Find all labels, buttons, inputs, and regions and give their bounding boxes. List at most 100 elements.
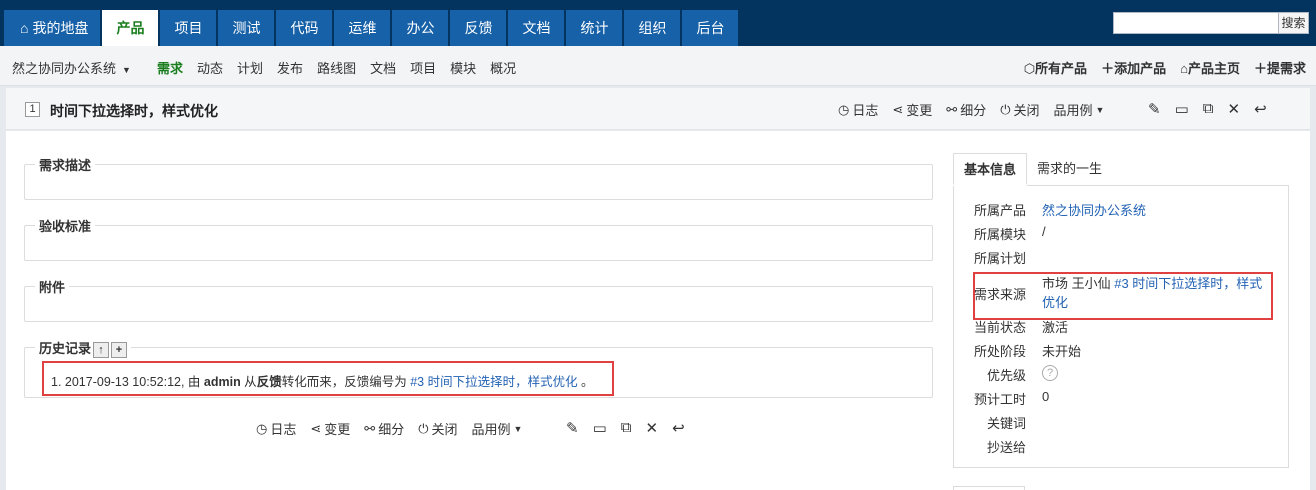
priority-unknown-icon: ?: [1042, 365, 1058, 381]
story-main: 需求描述 验收标准 附件 历史记录 ↑ + 1. 2017-09-13 10:52:…: [6, 131, 1310, 490]
section-title: 验收标准: [35, 216, 96, 235]
subnav-item-dynamics[interactable]: 动态: [197, 58, 223, 77]
tab-stats[interactable]: 统计: [566, 10, 623, 46]
change-button[interactable]: ⋖ 变更: [892, 100, 932, 119]
delete-icon[interactable]: ✕: [1227, 100, 1240, 118]
all-products-label: 所有产品: [1035, 61, 1088, 76]
product-link[interactable]: 然之协同办公系统: [1042, 200, 1146, 219]
tab-basic-info[interactable]: 基本信息: [953, 153, 1028, 185]
basic-info-panel: 所属产品 然之协同办公系统 所属模块 / 所属计划 需求来源 市场 王小仙 #3 时…: [953, 186, 1289, 468]
field-source: 需求来源: [974, 284, 1026, 303]
all-products-button[interactable]: ⬡所有产品: [1024, 58, 1087, 77]
tab-project[interactable]: 项目: [160, 10, 217, 46]
search-button[interactable]: 搜索: [1278, 12, 1309, 34]
comment-icon[interactable]: ▭: [1175, 100, 1189, 118]
subnav-item-release[interactable]: 发布: [277, 58, 303, 77]
history-text: 转化而来，反馈编号为: [281, 375, 411, 389]
copy-icon[interactable]: ⧉: [1203, 100, 1214, 118]
add-product-label: 添加产品: [1114, 61, 1167, 76]
log-button[interactable]: ◷ 日志: [256, 419, 296, 438]
tab-docs[interactable]: 文档: [508, 10, 565, 46]
tab-org[interactable]: 组织: [624, 10, 681, 46]
top-navbar: ⌂ 我的地盘 产品 项目 测试 代码 运维 办公 反馈 文档 统计 组织 后台 搜…: [0, 0, 1316, 46]
tab-office[interactable]: 办公: [392, 10, 449, 46]
subnav-item-docs[interactable]: 文档: [370, 58, 396, 77]
story-icon-actions-bottom: ✎ ▭ ⧉ ✕ ↩: [566, 419, 685, 437]
history-entry: 1. 2017-09-13 10:52:12, 由 admin 从反馈转化而来，…: [51, 371, 594, 390]
feedback-link[interactable]: #3 时间下拉选择时，样式优化: [410, 375, 577, 389]
sitemap-icon: ⚯: [946, 101, 958, 117]
field-product: 所属产品 然之协同办公系统: [974, 200, 1146, 219]
tab-test[interactable]: 测试: [218, 10, 275, 46]
sitemap-icon: ⚯: [364, 420, 376, 436]
source-link[interactable]: #3 时间下拉选择时，样式: [1114, 276, 1262, 291]
submit-story-button[interactable]: ＋提需求: [1254, 58, 1306, 77]
side-tabs: 基本信息 需求的一生: [953, 153, 1112, 185]
plus-icon: ＋: [1253, 61, 1267, 76]
tab-ops[interactable]: 运维: [334, 10, 391, 46]
history-text: 。: [577, 375, 594, 389]
subnav-item-overview[interactable]: 概况: [490, 58, 516, 77]
close-story-label: 关闭: [1013, 103, 1040, 118]
history-text: 1. 2017-09-13 10:52:12, 由: [51, 375, 204, 389]
clock-icon: ◷: [838, 101, 850, 117]
tab-feedback[interactable]: 反馈: [450, 10, 507, 46]
add-product-button[interactable]: ＋添加产品: [1101, 58, 1166, 77]
section-title: 需求描述: [35, 155, 96, 174]
field-value: 未开始: [1042, 344, 1082, 359]
subnav-item-project[interactable]: 项目: [410, 58, 436, 77]
tab-code[interactable]: 代码: [276, 10, 333, 46]
close-story-button[interactable]: ⏻ 关闭: [1000, 100, 1039, 119]
close-story-button[interactable]: ⏻ 关闭: [418, 419, 457, 438]
split-label: 细分: [960, 103, 987, 118]
subnav-item-module[interactable]: 模块: [450, 58, 476, 77]
story-id-badge: 1: [25, 102, 40, 117]
testcase-dropdown[interactable]: 品用例 ▼: [472, 419, 526, 438]
home-icon: ⌂: [20, 20, 29, 36]
history-text: 从: [240, 375, 257, 389]
testcase-label: 品用例: [1053, 103, 1093, 118]
edit-icon[interactable]: ✎: [1148, 100, 1161, 118]
history-source: 反馈: [256, 375, 282, 389]
story-title: 时间下拉选择时，样式优化: [50, 103, 218, 119]
plus-icon[interactable]: +: [111, 341, 128, 358]
tab-story-lifetime[interactable]: 需求的一生: [1027, 153, 1112, 185]
source-link-continued[interactable]: 优化: [1042, 295, 1068, 310]
field-label: 所处阶段: [974, 344, 1027, 359]
tab-product[interactable]: 产品: [102, 10, 159, 46]
testcase-dropdown[interactable]: 品用例 ▼: [1054, 100, 1108, 119]
share-icon: ⋖: [310, 420, 322, 436]
source-value: 市场 王小仙 #3 时间下拉选择时，样式 优化: [1042, 274, 1274, 312]
change-button[interactable]: ⋖ 变更: [310, 419, 350, 438]
back-icon[interactable]: ↩: [1254, 100, 1267, 118]
product-switcher[interactable]: 然之协同办公系统 ▼: [12, 58, 131, 77]
subnav-right-actions: ⬡所有产品 ＋添加产品 ⌂产品主页 ＋提需求: [1024, 58, 1306, 77]
subnav-item-roadmap[interactable]: 路线图: [317, 58, 356, 77]
log-button[interactable]: ◷ 日志: [838, 100, 878, 119]
close-story-label: 关闭: [431, 422, 458, 437]
home-icon: ⌂: [1180, 61, 1188, 76]
copy-icon[interactable]: ⧉: [621, 419, 632, 437]
subnav-item-stories[interactable]: 需求: [157, 58, 183, 77]
subnav-item-plan[interactable]: 计划: [237, 58, 263, 77]
field-mailto: 抄送给: [974, 437, 1026, 456]
comment-icon[interactable]: ▭: [593, 419, 607, 437]
field-label: 预计工时: [974, 392, 1027, 407]
edit-icon[interactable]: ✎: [566, 419, 579, 437]
log-label: 日志: [852, 103, 879, 118]
product-home-button[interactable]: ⌂产品主页: [1180, 58, 1240, 77]
search-input[interactable]: [1113, 12, 1279, 34]
story-titlebar: 1 时间下拉选择时，样式优化 ◷ 日志 ⋖ 变更 ⚯ 细分 ⏻ 关闭 品用例 ▼ ✎ ▭ …: [6, 88, 1310, 130]
arrow-up-icon[interactable]: ↑: [93, 341, 110, 358]
caret-down-icon: ▼: [122, 65, 131, 75]
split-button[interactable]: ⚯ 细分: [364, 419, 404, 438]
back-icon[interactable]: ↩: [672, 419, 685, 437]
field-label: 当前状态: [974, 320, 1027, 335]
history-entry-highlight: 1. 2017-09-13 10:52:12, 由 admin 从反馈转化而来，…: [42, 361, 614, 396]
delete-icon[interactable]: ✕: [645, 419, 658, 437]
tab-my-dashboard[interactable]: ⌂ 我的地盘: [4, 10, 101, 46]
section-title: 附件: [35, 277, 70, 296]
tab-admin[interactable]: 后台: [682, 10, 739, 46]
field-value: 0: [1042, 389, 1050, 404]
split-button[interactable]: ⚯ 细分: [946, 100, 986, 119]
